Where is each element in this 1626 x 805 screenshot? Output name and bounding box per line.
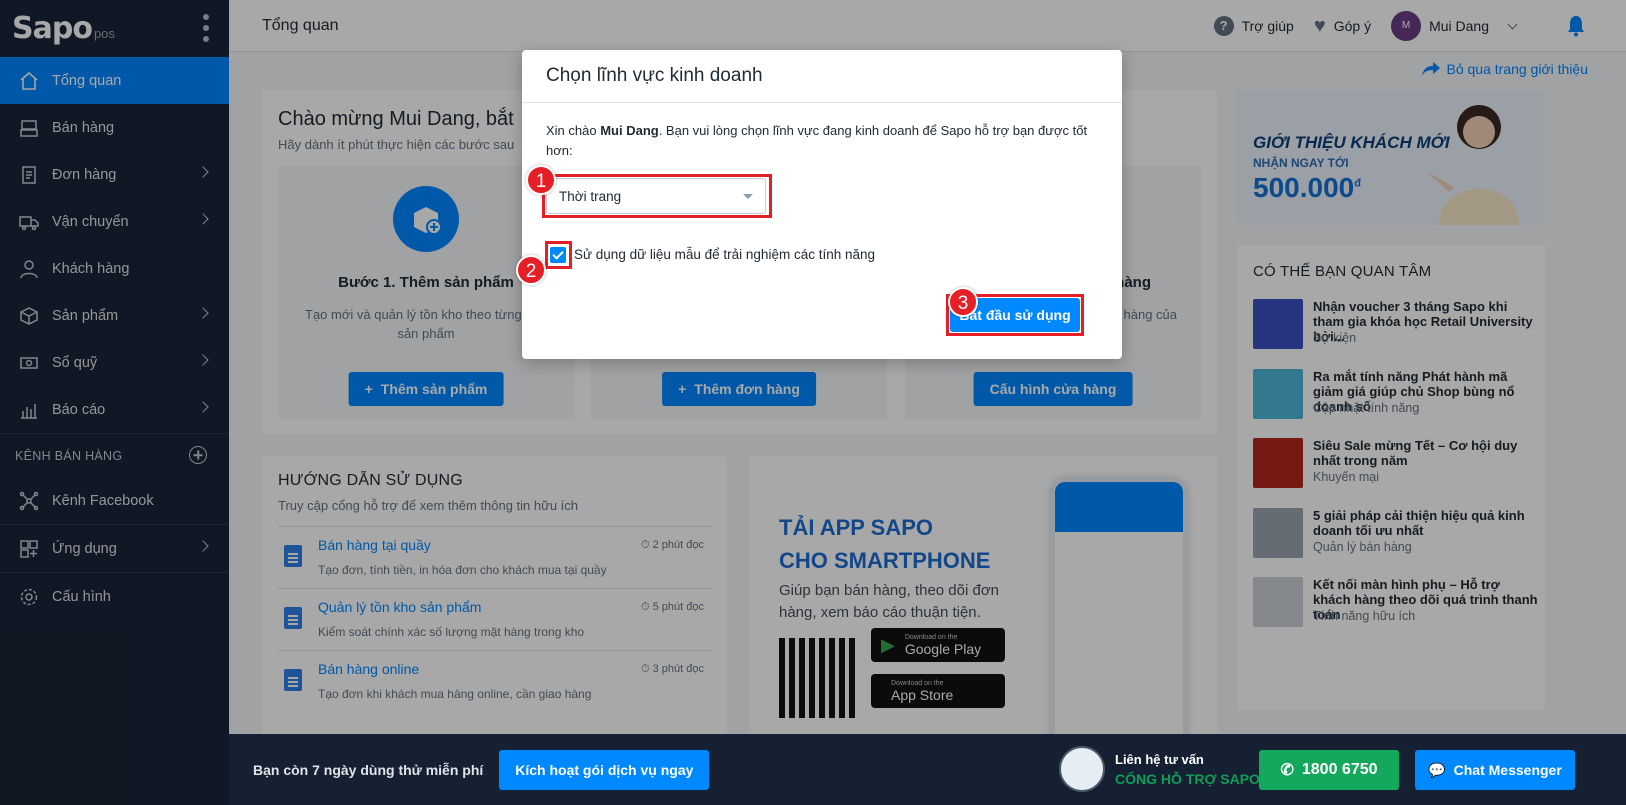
activate-plan-button[interactable]: Kích hoạt gói dịch vụ ngay: [499, 749, 710, 790]
step-badge-2: 2: [516, 255, 546, 285]
messenger-icon: 💬: [1428, 761, 1446, 778]
support-agent-icon: [1059, 746, 1105, 792]
chat-messenger-button[interactable]: 💬 Chat Messenger: [1415, 750, 1575, 790]
consult-contact[interactable]: Liên hệ tư vấn CỔNG HỖ TRỢ SAPO: [1059, 746, 1260, 792]
messenger-label: Chat Messenger: [1453, 762, 1562, 778]
step-badge-1: 1: [526, 165, 556, 195]
modal-title: Chọn lĩnh vực kinh doanh: [522, 50, 1122, 103]
modal-intro: Xin chào Mui Dang. Bạn vui lòng chọn lĩn…: [546, 123, 1088, 158]
business-field-modal: Chọn lĩnh vực kinh doanh Xin chào Mui Da…: [516, 50, 1122, 359]
consult-label: Liên hệ tư vấn: [1115, 751, 1204, 767]
support-portal-label: CỔNG HỖ TRỢ SAPO: [1115, 770, 1260, 787]
trial-text: Bạn còn 7 ngày dùng thử miễn phí: [253, 761, 484, 778]
sample-data-label[interactable]: Sử dụng dữ liệu mẫu để trải nghiệm các t…: [574, 247, 875, 262]
annotation-highlight-1: [542, 174, 772, 218]
annotation-highlight-2: [545, 241, 572, 269]
hotline-number: 1800 6750: [1301, 761, 1378, 778]
hotline-button[interactable]: ✆ 1800 6750: [1259, 750, 1399, 790]
step-badge-3: 3: [948, 287, 978, 317]
trial-bottom-bar: Bạn còn 7 ngày dùng thử miễn phí Kích ho…: [229, 734, 1626, 805]
phone-icon: ✆: [1280, 762, 1294, 779]
